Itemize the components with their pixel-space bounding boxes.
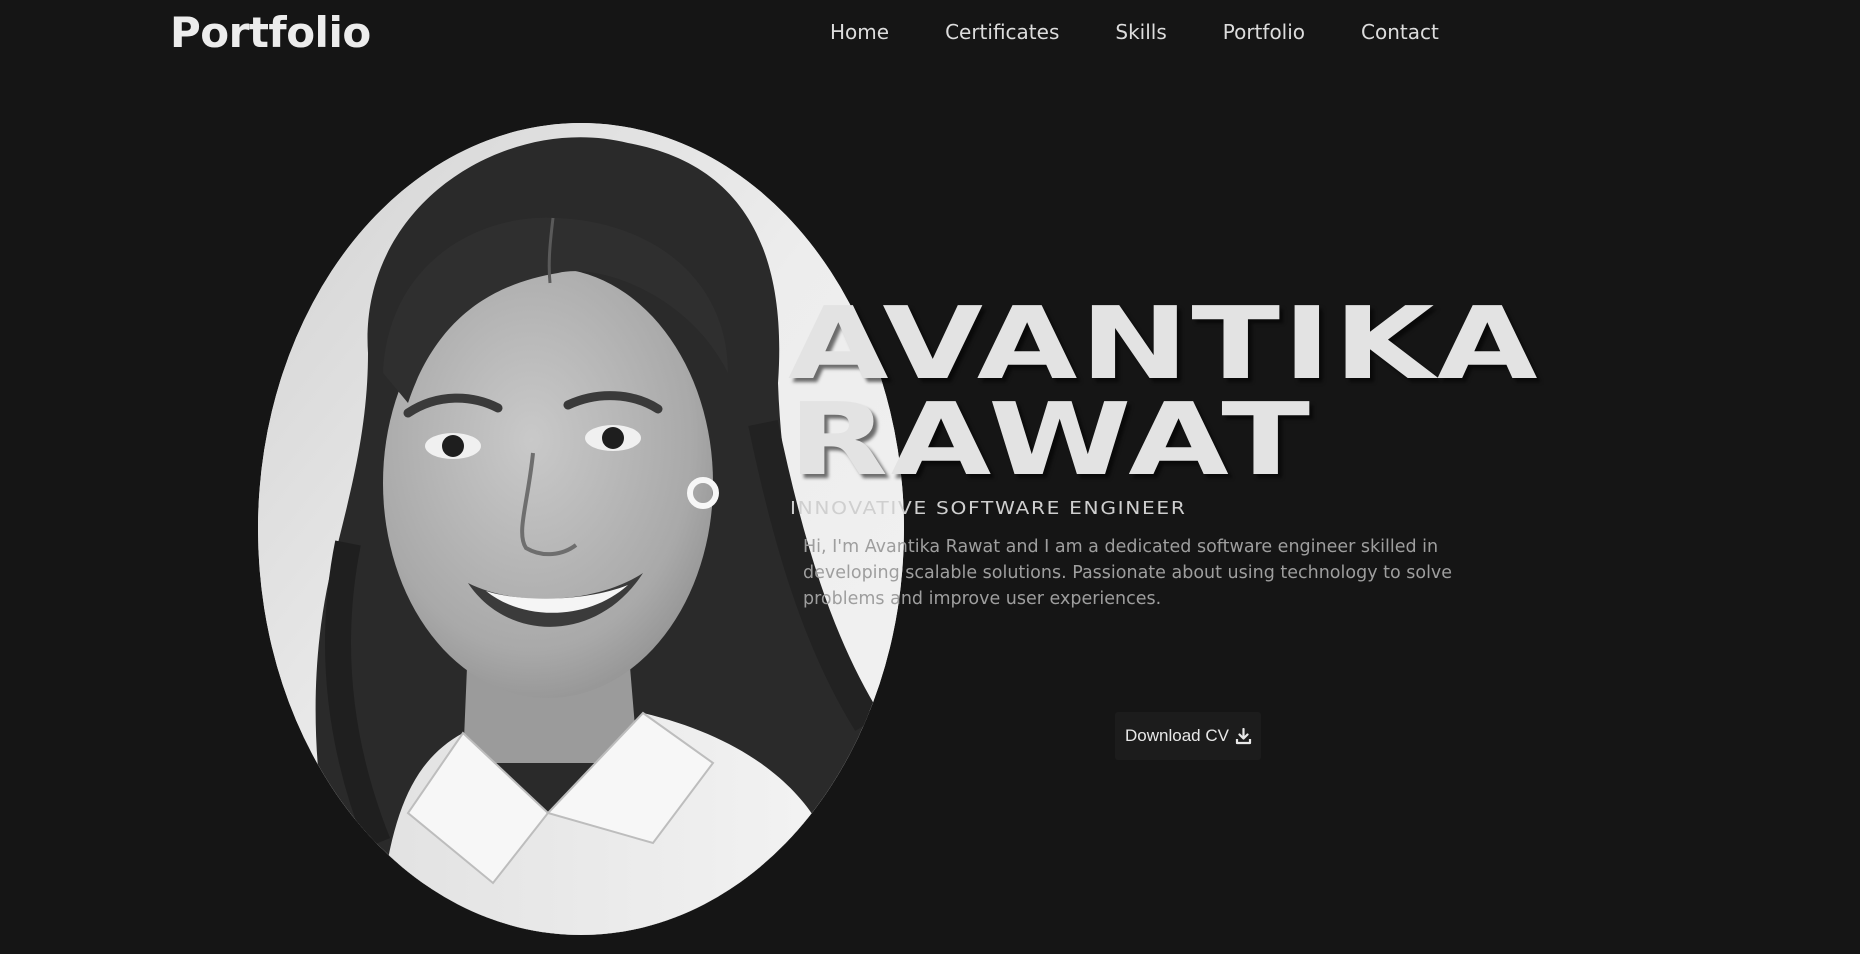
hero-bio: Hi, I'm Avantika Rawat and I am a dedica…: [803, 537, 1453, 609]
hero-first-name: AVANTIKA: [788, 285, 1541, 402]
nav-portfolio[interactable]: Portfolio: [1223, 20, 1305, 44]
nav-contact[interactable]: Contact: [1361, 20, 1439, 44]
hero-last-name: RAWAT: [788, 381, 1313, 498]
site-logo[interactable]: Portfolio: [170, 8, 371, 57]
nav-certificates[interactable]: Certificates: [945, 20, 1059, 44]
download-cv-button[interactable]: Download CV: [1115, 712, 1261, 760]
nav-skills[interactable]: Skills: [1115, 20, 1166, 44]
hero-tagline: INNOVATIVE SOFTWARE ENGINEER: [790, 498, 1187, 519]
main-nav: Home Certificates Skills Portfolio Conta…: [830, 20, 1495, 44]
download-icon: [1235, 727, 1252, 745]
hero-name: AVANTIKA RAWAT: [788, 285, 1541, 498]
download-cv-label: Download CV: [1125, 726, 1229, 745]
page: Portfolio Home Certificates Skills Portf…: [0, 0, 1860, 954]
profile-photo: [258, 123, 904, 935]
nav-home[interactable]: Home: [830, 20, 889, 44]
